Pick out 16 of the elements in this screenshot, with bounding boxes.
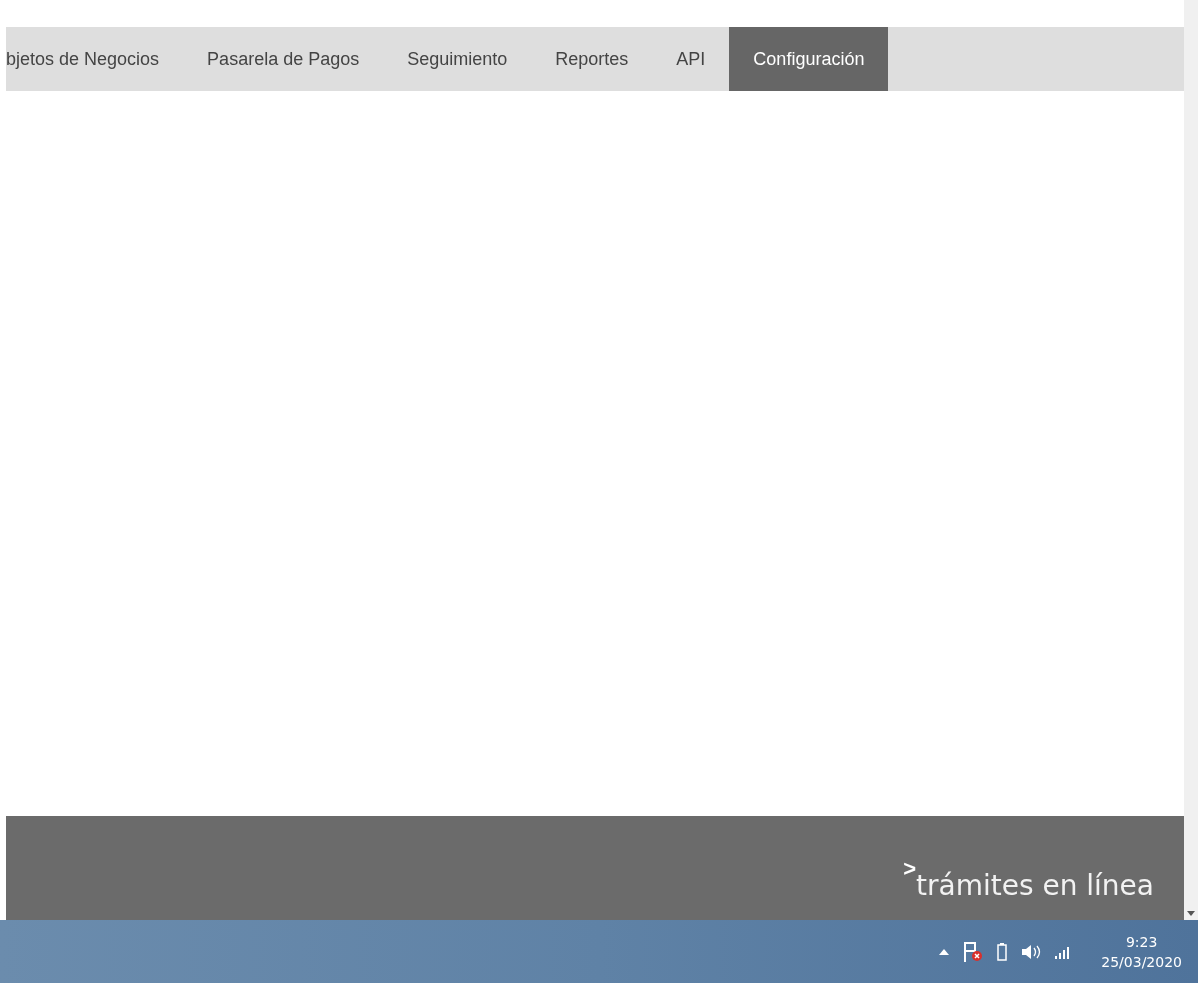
nav-tab[interactable]: Pasarela de Pagos xyxy=(183,27,384,91)
nav-tab[interactable]: Seguimiento xyxy=(383,27,532,91)
nav-tab[interactable]: Configuración xyxy=(729,27,889,91)
nav-tab[interactable]: bjetos de Negocios xyxy=(6,27,184,91)
speaker-icon[interactable] xyxy=(1021,943,1042,960)
show-hidden-icon[interactable] xyxy=(939,948,950,955)
nav-tab[interactable]: API xyxy=(652,27,730,91)
logo-mark: > xyxy=(903,858,917,880)
scroll-down-icon[interactable] xyxy=(1187,911,1195,916)
battery-icon[interactable] xyxy=(997,942,1008,961)
flag-icon[interactable] xyxy=(963,940,984,963)
clock-time[interactable]: 9:23 xyxy=(1125,931,1158,952)
nav-tab[interactable]: Reportes xyxy=(531,27,653,91)
scrollbar[interactable] xyxy=(1184,0,1198,920)
clock-date[interactable]: 25/03/2020 xyxy=(1101,951,1182,972)
logo-text: trámites en línea xyxy=(916,872,1154,900)
